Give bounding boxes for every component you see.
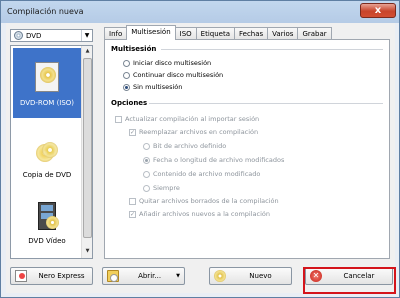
folder-open-icon bbox=[107, 270, 119, 282]
radio-button-selected[interactable] bbox=[143, 156, 150, 164]
close-button[interactable]: x bbox=[360, 3, 396, 18]
chevron-down-icon[interactable]: ▼ bbox=[81, 30, 92, 41]
check-remove-deleted[interactable]: Quitar archivos borrados de la compilaci… bbox=[129, 197, 279, 205]
radio-start-multisession[interactable]: Iniciar disco multisesión bbox=[123, 59, 211, 67]
checkbox[interactable]: ✓ bbox=[129, 210, 136, 218]
radio-button[interactable] bbox=[143, 170, 150, 178]
dvd-video-icon bbox=[34, 202, 60, 232]
checkbox[interactable]: ✓ bbox=[129, 128, 136, 136]
checkbox[interactable] bbox=[115, 115, 122, 123]
check-replace-files[interactable]: ✓ Reemplazar archivos en compilación bbox=[129, 128, 258, 136]
radio-content-modified[interactable]: Contenido de archivo modificado bbox=[143, 170, 260, 178]
button-label: Nuevo bbox=[249, 272, 272, 280]
section-divider bbox=[161, 49, 383, 50]
radio-button[interactable] bbox=[143, 142, 150, 150]
radio-label: Contenido de archivo modificado bbox=[153, 170, 261, 178]
disc-type-dropdown[interactable]: DVD ▼ bbox=[10, 29, 93, 42]
radio-label: Siempre bbox=[153, 184, 180, 192]
options-section-title: Opciones bbox=[111, 99, 148, 107]
scroll-down-icon[interactable]: ▼ bbox=[83, 247, 92, 256]
nero-express-icon bbox=[15, 270, 27, 282]
tab-strip: Info Multisesión ISO Etiqueta Fechas Var… bbox=[104, 25, 332, 40]
window-title: Compilación nueva bbox=[7, 7, 84, 16]
radio-label: Bit de archivo definido bbox=[153, 142, 227, 150]
radio-label: Fecha o longitud de archivo modificados bbox=[153, 156, 285, 164]
radio-button[interactable] bbox=[123, 59, 130, 67]
radio-button[interactable] bbox=[143, 184, 150, 192]
button-label: Cancelar bbox=[343, 272, 375, 280]
chevron-down-icon[interactable]: ▼ bbox=[176, 273, 180, 279]
multisession-section-title: Multisesión bbox=[111, 45, 157, 53]
section-divider bbox=[149, 103, 383, 104]
radio-button-selected[interactable] bbox=[123, 83, 130, 91]
checkbox[interactable] bbox=[129, 197, 136, 205]
button-label: Nero Express bbox=[38, 272, 85, 280]
nero-express-button[interactable]: Nero Express bbox=[10, 267, 93, 285]
checkbox-label: Reemplazar archivos en compilación bbox=[139, 128, 259, 136]
check-update-compilation[interactable]: Actualizar compilación al importar sesió… bbox=[115, 115, 259, 123]
radio-no-multisession[interactable]: Sin multisesión bbox=[123, 83, 182, 91]
tab-multisession[interactable]: Multisesión bbox=[126, 25, 176, 40]
list-item-label: DVD Vídeo bbox=[28, 237, 66, 245]
radio-always[interactable]: Siempre bbox=[143, 184, 180, 192]
list-item-dvd-copy[interactable]: Copia de DVD bbox=[13, 140, 81, 179]
dvd-disc-icon bbox=[14, 31, 23, 40]
button-label: Abrir... bbox=[138, 272, 162, 280]
radio-continue-multisession[interactable]: Continuar disco multisesión bbox=[123, 71, 223, 79]
disc-type-value: DVD bbox=[26, 31, 42, 40]
list-item-label: DVD-ROM (ISO) bbox=[19, 99, 75, 107]
radio-label: Iniciar disco multisesión bbox=[133, 59, 212, 67]
compilation-type-list: DVD-ROM (ISO) Copia de DVD DVD Vídeo ▲ ▼ bbox=[10, 45, 93, 259]
checkbox-label: Quitar archivos borrados de la compilaci… bbox=[139, 197, 279, 205]
list-item-dvd-rom-iso[interactable]: DVD-ROM (ISO) bbox=[13, 48, 81, 118]
compilation-window: Compilación nueva x DVD ▼ DVD-ROM (ISO) … bbox=[0, 0, 400, 298]
multisession-panel: Multisesión Iniciar disco multisesión Co… bbox=[104, 39, 390, 259]
cancel-icon: ✕ bbox=[310, 270, 322, 282]
radio-date-length[interactable]: Fecha o longitud de archivo modificados bbox=[143, 156, 284, 164]
type-list-scrollbar[interactable]: ▲ ▼ bbox=[81, 46, 92, 258]
dvd-rom-icon bbox=[31, 60, 63, 94]
open-button[interactable]: Abrir... ▼ bbox=[102, 267, 185, 285]
radio-archive-bit[interactable]: Bit de archivo definido bbox=[143, 142, 226, 150]
scroll-up-icon[interactable]: ▲ bbox=[83, 47, 92, 56]
radio-label: Sin multisesión bbox=[133, 83, 183, 91]
check-add-new[interactable]: ✓ Añadir archivos nuevos a la compilació… bbox=[129, 210, 270, 218]
new-disc-icon bbox=[214, 270, 226, 282]
list-item-dvd-video[interactable]: DVD Vídeo bbox=[13, 202, 81, 245]
radio-button[interactable] bbox=[123, 71, 130, 79]
scroll-thumb[interactable] bbox=[83, 58, 92, 238]
new-button[interactable]: Nuevo bbox=[209, 267, 292, 285]
checkbox-label: Actualizar compilación al importar sesió… bbox=[125, 115, 260, 123]
checkbox-label: Añadir archivos nuevos a la compilación bbox=[139, 210, 271, 218]
dvd-copy-icon bbox=[34, 140, 60, 166]
radio-label: Continuar disco multisesión bbox=[133, 71, 224, 79]
list-item-label: Copia de DVD bbox=[22, 171, 72, 179]
title-bar: Compilación nueva x bbox=[1, 1, 399, 23]
cancel-button[interactable]: ✕ Cancelar bbox=[305, 267, 393, 285]
window-client-area: DVD ▼ DVD-ROM (ISO) Copia de DVD DVD Víd… bbox=[6, 23, 396, 294]
